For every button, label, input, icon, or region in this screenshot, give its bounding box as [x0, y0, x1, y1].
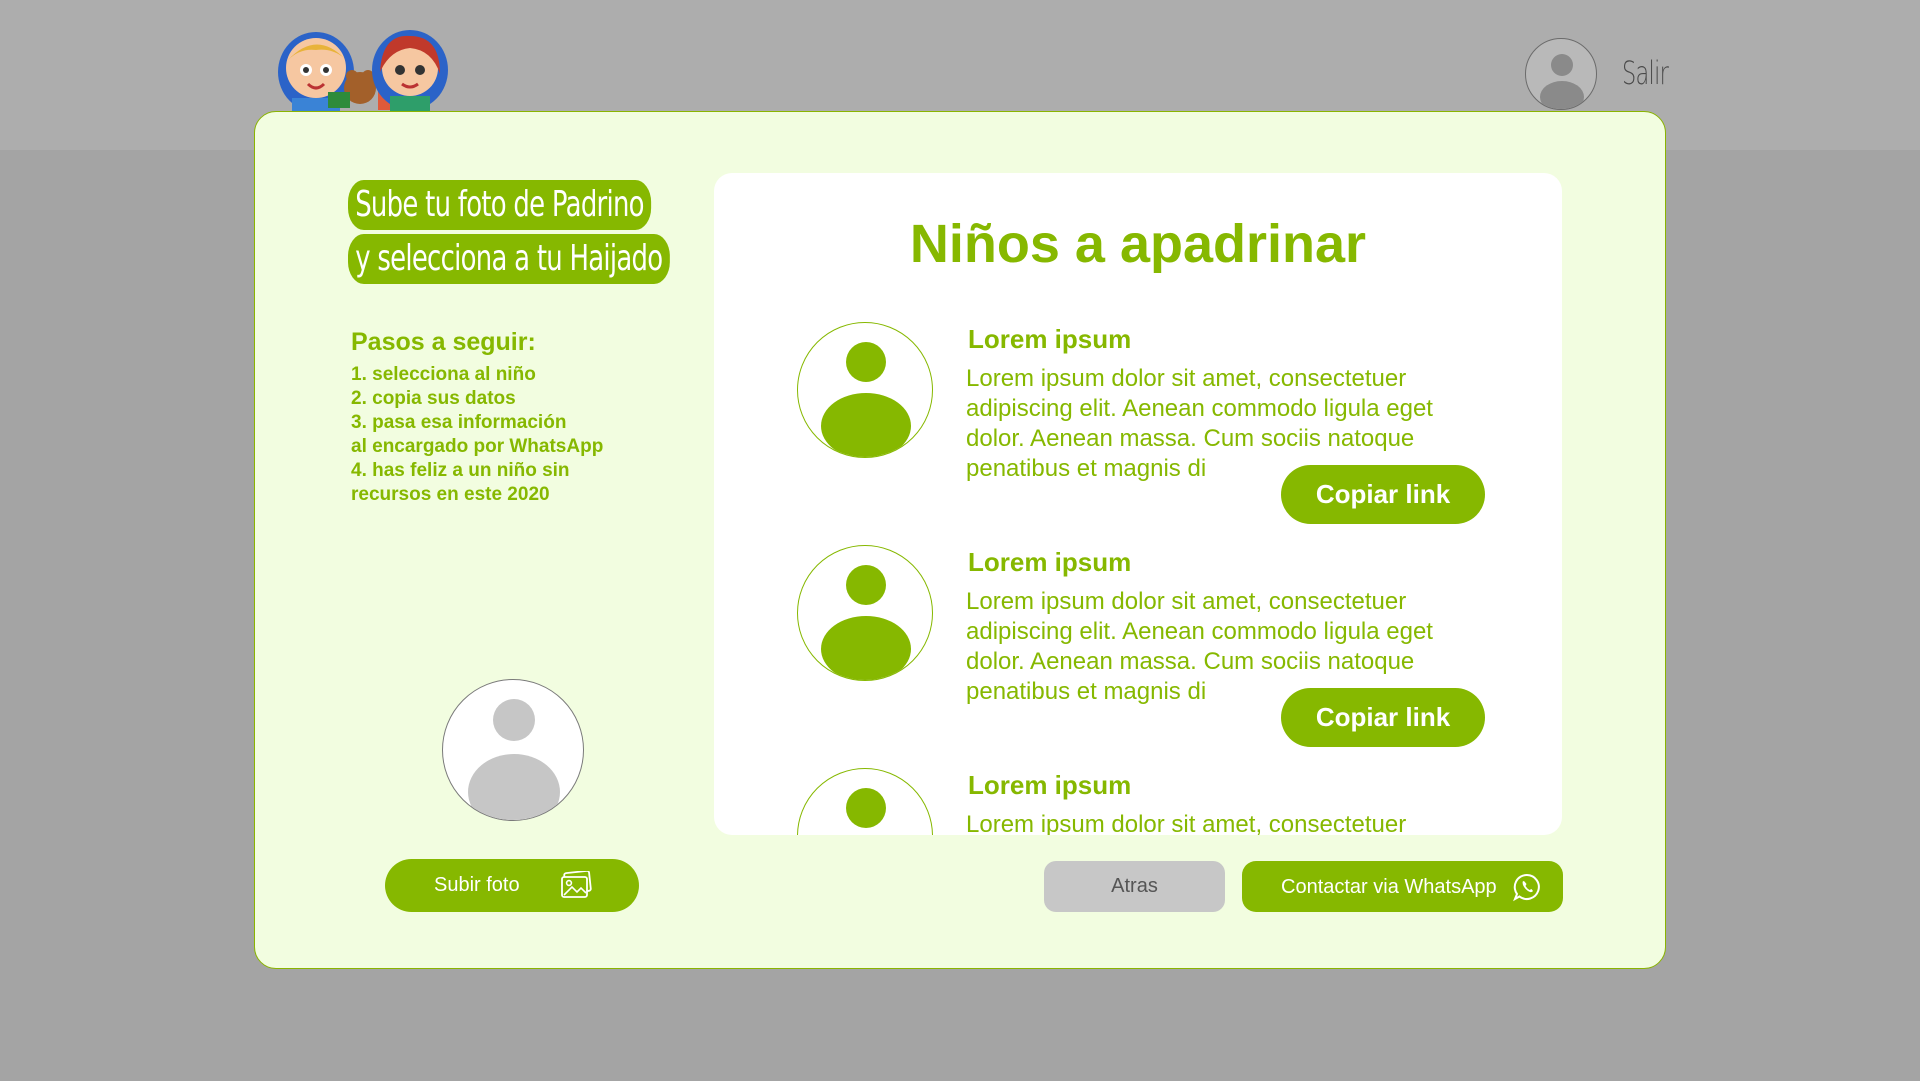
user-avatar[interactable] — [1525, 38, 1597, 110]
whatsapp-icon — [1513, 873, 1540, 902]
avatar-icon — [846, 788, 886, 828]
child-name: Lorem ipsum — [968, 547, 1132, 577]
heading-line-2: y selecciona a tu Haijado — [348, 234, 670, 284]
step-item: 2. copia sus datos — [351, 388, 516, 409]
step-item: al encargado por WhatsApp — [351, 436, 604, 457]
avatar-icon — [821, 565, 911, 680]
back-button[interactable]: Atras — [1044, 861, 1225, 912]
heading-line-1: Sube tu foto de Padrino — [348, 180, 652, 230]
child-avatar — [797, 545, 933, 681]
whatsapp-contact-label: Contactar via WhatsApp — [1281, 876, 1497, 898]
image-icon — [561, 871, 592, 898]
children-panel[interactable]: Niños a apadrinar Lorem ipsum Lorem ipsu… — [714, 173, 1562, 835]
step-item: recursos en este 2020 — [351, 484, 550, 505]
avatar-icon — [468, 699, 560, 820]
step-item: 3. pasa esa información — [351, 412, 567, 433]
child-card: Lorem ipsum Lorem ipsum dolor sit amet, … — [714, 322, 1562, 524]
steps-list: Pasos a seguir: 1. selecciona al niño 2.… — [351, 328, 603, 507]
child-name: Lorem ipsum — [968, 770, 1132, 800]
child-avatar — [797, 768, 933, 835]
steps-title: Pasos a seguir: — [351, 328, 536, 356]
copy-link-button[interactable]: Copiar link — [1281, 688, 1485, 747]
avatar-icon — [821, 342, 911, 457]
child-card: Lorem ipsum Lorem ipsum dolor sit amet, … — [714, 545, 1562, 747]
sponsor-photo — [442, 679, 584, 821]
panel-title: Niños a apadrinar — [909, 214, 1367, 274]
logout-link[interactable]: Salir — [1622, 54, 1669, 92]
logo-image — [278, 30, 448, 114]
upload-photo-label: Subir foto — [434, 874, 520, 896]
child-avatar — [797, 322, 933, 458]
child-card: Lorem ipsum Lorem ipsum dolor sit amet, … — [714, 768, 1562, 835]
step-item: 4. has feliz a un niño sin — [351, 460, 570, 481]
copy-link-button[interactable]: Copiar link — [1281, 465, 1485, 524]
child-name: Lorem ipsum — [968, 324, 1132, 354]
page-heading: Sube tu foto de Padrino y selecciona a t… — [348, 180, 678, 288]
step-item: 1. selecciona al niño — [351, 364, 536, 385]
child-description: Lorem ipsum dolor sit amet, consectetuer — [966, 811, 1407, 835]
whatsapp-contact-button[interactable]: Contactar via WhatsApp — [1242, 861, 1563, 912]
upload-photo-button[interactable]: Subir foto — [385, 859, 639, 912]
avatar-icon — [1540, 54, 1584, 109]
